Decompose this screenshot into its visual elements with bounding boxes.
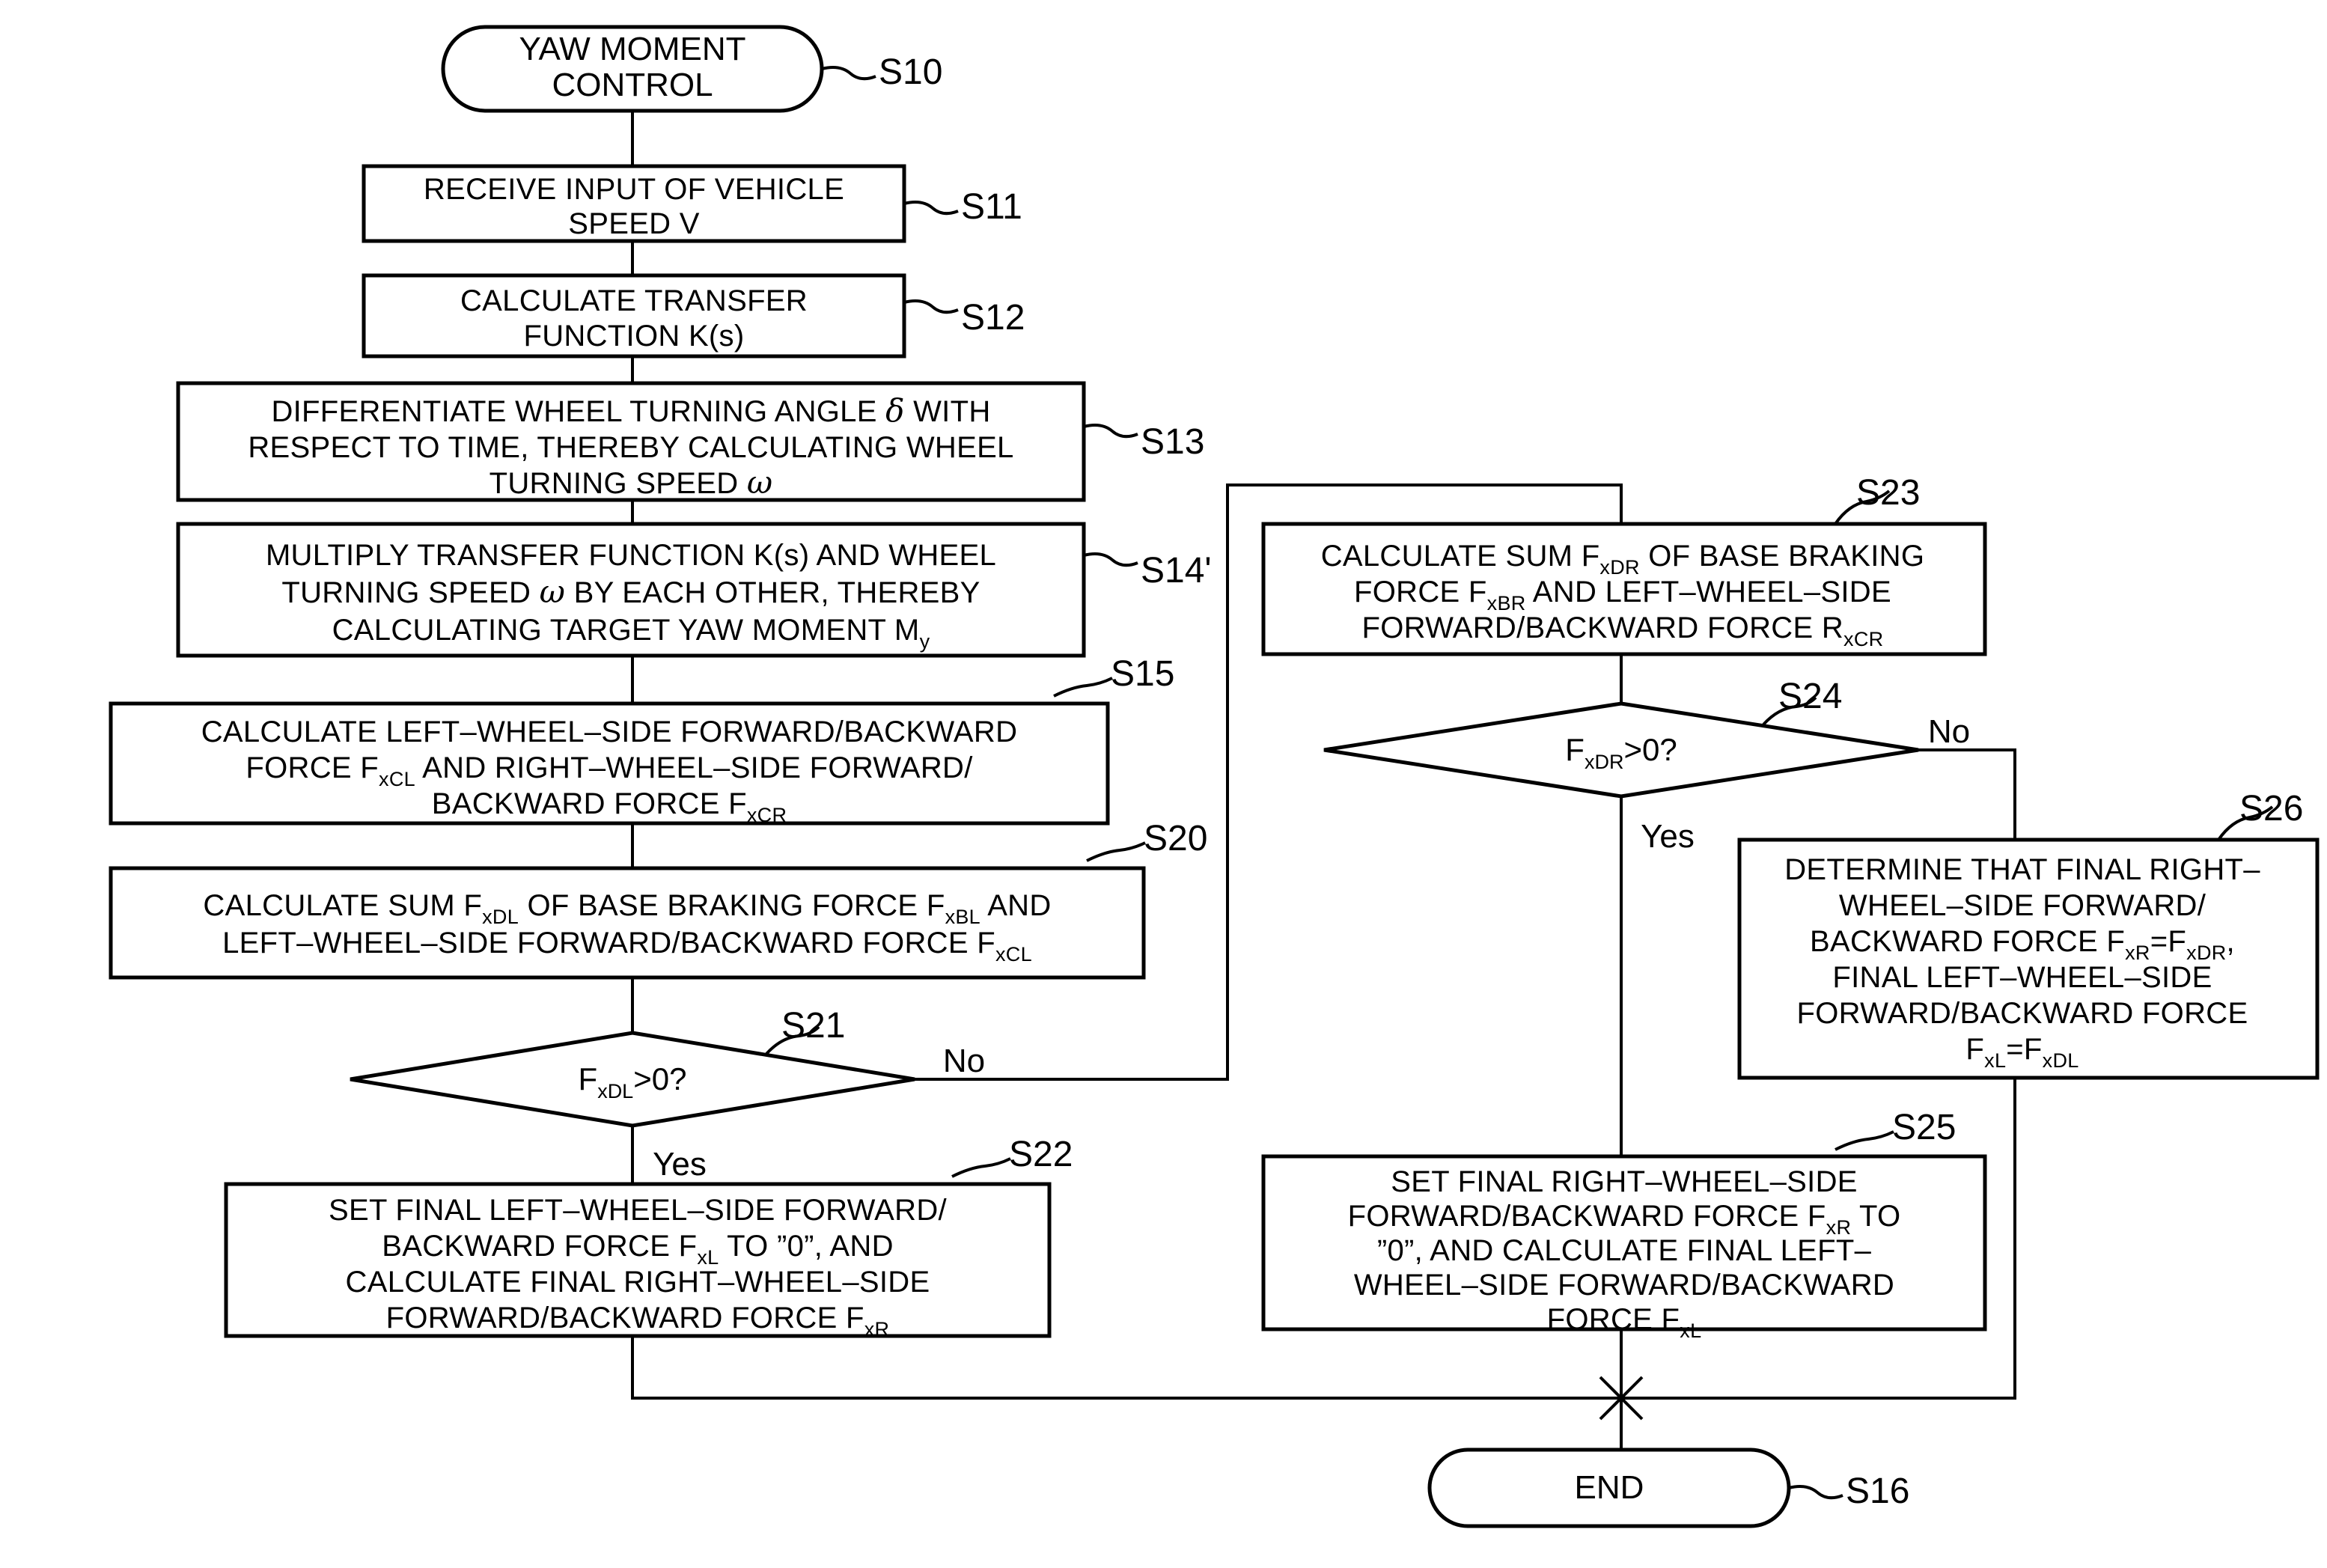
node-s12[interactable]: CALCULATE TRANSFER FUNCTION K(s) S12 — [362, 273, 1025, 359]
node-s11[interactable]: RECEIVE INPUT OF VEHICLE SPEED V S11 — [362, 164, 1022, 243]
node-s14-line-0: MULTIPLY TRANSFER FUNCTION K(s) AND WHEE… — [266, 539, 996, 572]
node-s16-line-0: END — [1575, 1469, 1644, 1506]
node-s14[interactable]: MULTIPLY TRANSFER FUNCTION K(s) AND WHEE… — [176, 522, 1212, 658]
node-s24-yes-label: Yes — [1641, 818, 1695, 855]
node-s13[interactable]: DIFFERENTIATE WHEEL TURNING ANGLE δ WITH… — [176, 381, 1204, 502]
flowchart-canvas: YAW MOMENT CONTROL S10 RECEIVE INPUT OF … — [0, 0, 2327, 1568]
node-s22[interactable]: SET FINAL LEFT–WHEEL–SIDE FORWARD/ BACKW… — [224, 1135, 1073, 1340]
node-s12-line-0: CALCULATE TRANSFER — [460, 284, 808, 317]
step-label-s11: S11 — [961, 187, 1022, 227]
node-s23[interactable]: CALCULATE SUM FxDR OF BASE BRAKING FORCE… — [1261, 473, 1987, 656]
node-s22-line-0: SET FINAL LEFT–WHEEL–SIDE FORWARD/ — [329, 1194, 948, 1227]
leader-s10 — [821, 66, 876, 81]
leader-s15 — [1053, 677, 1113, 698]
node-s13-line-2: TURNING SPEED ω — [490, 464, 773, 501]
node-s14-line-1: TURNING SPEED ω BY EACH OTHER, THEREBY — [281, 573, 980, 610]
node-s26-line-3: FINAL LEFT–WHEEL–SIDE — [1832, 961, 2212, 994]
step-label-s22: S22 — [1009, 1135, 1073, 1174]
node-s21-no-label: No — [943, 1043, 985, 1079]
leader-s25 — [1835, 1130, 1894, 1151]
step-label-s10: S10 — [879, 52, 942, 92]
leader-s12 — [903, 299, 959, 314]
step-label-s12: S12 — [961, 298, 1025, 338]
leader-s11 — [903, 201, 959, 216]
node-s10-line-0: YAW MOMENT — [519, 31, 745, 67]
node-s25-line-3: WHEEL–SIDE FORWARD/BACKWARD — [1354, 1269, 1894, 1302]
node-s22-line-2: CALCULATE FINAL RIGHT–WHEEL–SIDE — [346, 1266, 930, 1299]
conn-s22-end — [631, 1336, 1621, 1400]
node-s26-line-4: FORWARD/BACKWARD FORCE — [1797, 997, 2248, 1030]
node-s25-line-2: ”0”, AND CALCULATE FINAL LEFT– — [1377, 1234, 1872, 1267]
node-s11-line-0: RECEIVE INPUT OF VEHICLE — [424, 173, 844, 206]
node-s21[interactable]: FxDL>0? S21 No Yes — [350, 1006, 985, 1183]
flowchart-svg: YAW MOMENT CONTROL S10 RECEIVE INPUT OF … — [109, 25, 2320, 1528]
leader-s13 — [1083, 424, 1138, 439]
node-s13-line-1: RESPECT TO TIME, THEREBY CALCULATING WHE… — [248, 431, 1013, 464]
node-s21-shape — [350, 1031, 915, 1128]
node-s10[interactable]: YAW MOMENT CONTROL S10 — [441, 25, 942, 113]
step-label-s16: S16 — [1846, 1471, 1909, 1511]
node-s16[interactable]: END S16 — [1427, 1447, 1909, 1528]
step-label-s26: S26 — [2239, 789, 2303, 829]
step-label-s13: S13 — [1141, 422, 1204, 462]
node-s25-line-4: FORCE FxL — [1547, 1303, 1702, 1342]
step-label-s21: S21 — [781, 1006, 845, 1046]
leader-s20 — [1086, 841, 1146, 862]
leader-s14 — [1083, 552, 1138, 567]
step-label-s23: S23 — [1856, 473, 1920, 513]
step-label-s15: S15 — [1111, 654, 1174, 694]
step-label-s25: S25 — [1892, 1108, 1956, 1147]
node-s21-yes-label: Yes — [653, 1146, 707, 1183]
node-s26[interactable]: DETERMINE THAT FINAL RIGHT– WHEEL–SIDE F… — [1737, 789, 2320, 1080]
node-s24-no-label: No — [1928, 713, 1970, 750]
node-s10-line-1: CONTROL — [552, 67, 713, 103]
node-s12-line-1: FUNCTION K(s) — [524, 320, 745, 353]
leader-s22 — [951, 1157, 1011, 1178]
node-s24[interactable]: FxDR>0? S24 No Yes — [1323, 677, 1970, 855]
leader-s16 — [1788, 1485, 1843, 1500]
step-label-s20: S20 — [1144, 819, 1207, 858]
node-s25[interactable]: SET FINAL RIGHT–WHEEL–SIDE FORWARD/BACKW… — [1261, 1108, 1987, 1342]
node-s20[interactable]: CALCULATE SUM FxDL OF BASE BRAKING FORCE… — [109, 819, 1207, 980]
node-s15-line-0: CALCULATE LEFT–WHEEL–SIDE FORWARD/BACKWA… — [201, 716, 1018, 748]
node-s25-line-0: SET FINAL RIGHT–WHEEL–SIDE — [1391, 1165, 1858, 1198]
node-s15[interactable]: CALCULATE LEFT–WHEEL–SIDE FORWARD/BACKWA… — [109, 654, 1174, 826]
node-s11-line-1: SPEED V — [568, 207, 700, 240]
node-s13-line-0: DIFFERENTIATE WHEEL TURNING ANGLE δ WITH — [271, 392, 990, 429]
node-s24-shape — [1323, 701, 1919, 799]
step-label-s24: S24 — [1778, 677, 1842, 716]
node-s20-shape — [109, 866, 1146, 980]
node-s26-line-1: WHEEL–SIDE FORWARD/ — [1839, 889, 2206, 922]
conn-s24-no-s26 — [1918, 748, 2016, 840]
node-s26-line-0: DETERMINE THAT FINAL RIGHT– — [1784, 853, 2260, 886]
step-label-s14: S14' — [1141, 551, 1212, 591]
